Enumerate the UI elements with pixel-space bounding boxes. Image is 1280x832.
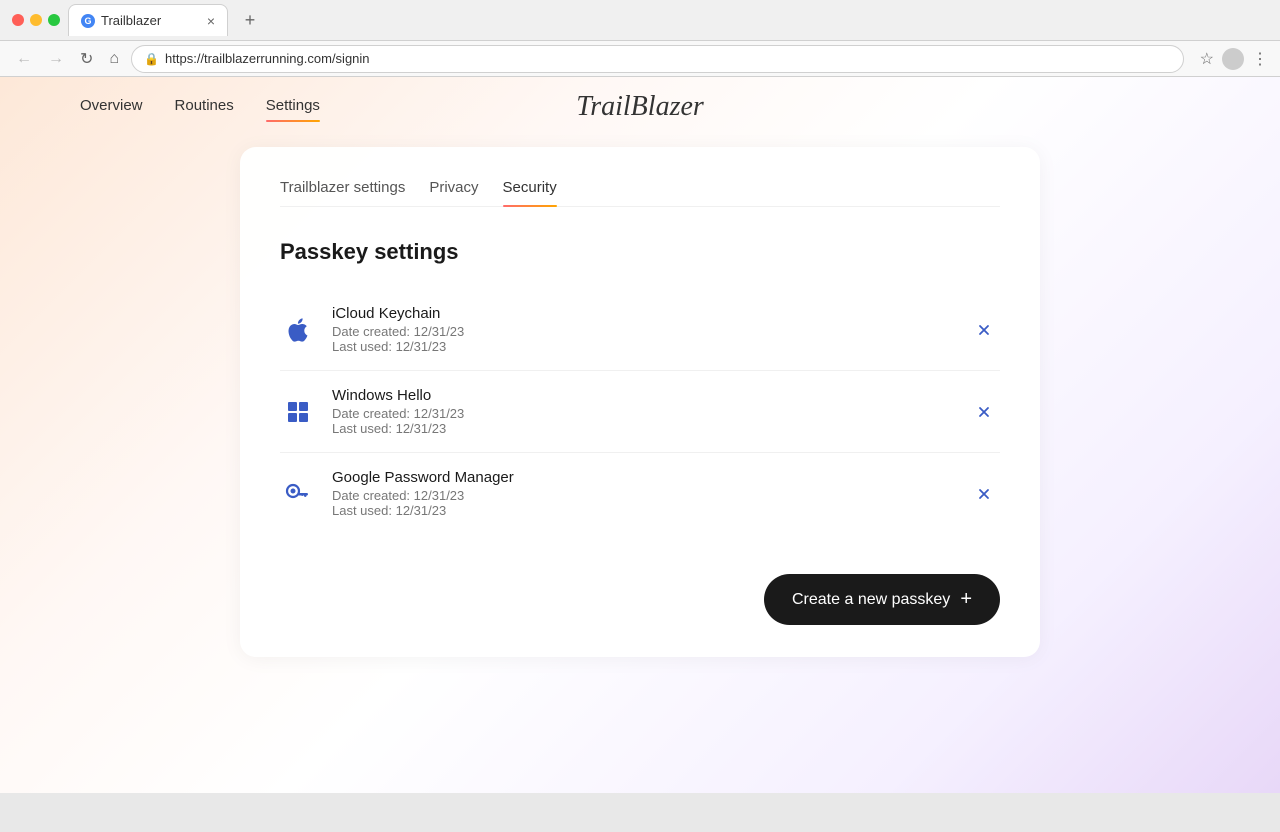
windows-grid-icon (288, 402, 308, 422)
create-passkey-label: Create a new passkey (792, 591, 950, 609)
tab-security[interactable]: Security (503, 179, 557, 206)
passkey-name-windows: Windows Hello (332, 387, 952, 404)
passkey-used-windows: Last used: 12/31/23 (332, 421, 952, 436)
windows-icon (280, 394, 316, 430)
settings-panel: Trailblazer settings Privacy Security Pa… (240, 147, 1040, 657)
passkey-info-icloud: iCloud Keychain Date created: 12/31/23 L… (332, 305, 952, 354)
close-traffic-light[interactable] (12, 14, 24, 26)
passkey-name-icloud: iCloud Keychain (332, 305, 952, 322)
passkey-item-windows: Windows Hello Date created: 12/31/23 Las… (280, 371, 1000, 453)
lock-icon: 🔒 (144, 52, 159, 66)
new-tab-button[interactable]: + (236, 6, 264, 34)
address-bar-row: ← → ↻ ⌂ 🔒 https://trailblazerrunning.com… (0, 40, 1280, 76)
bookmark-icon[interactable]: ☆ (1200, 49, 1214, 69)
passkey-info-google: Google Password Manager Date created: 12… (332, 469, 952, 518)
user-avatar[interactable] (1222, 48, 1244, 70)
passkey-item-google: Google Password Manager Date created: 12… (280, 453, 1000, 534)
delete-google-button[interactable] (968, 478, 1000, 510)
passkey-item-icloud: iCloud Keychain Date created: 12/31/23 L… (280, 289, 1000, 371)
delete-icloud-button[interactable] (968, 314, 1000, 346)
delete-windows-button[interactable] (968, 396, 1000, 428)
traffic-lights (12, 14, 60, 26)
browser-tab[interactable]: G Trailblazer × (68, 4, 228, 36)
passkey-date-windows: Date created: 12/31/23 (332, 406, 952, 421)
refresh-button[interactable]: ↻ (76, 45, 97, 73)
address-bar[interactable]: 🔒 https://trailblazerrunning.com/signin (131, 45, 1184, 73)
create-passkey-button[interactable]: Create a new passkey + (764, 574, 1000, 625)
tab-favicon: G (81, 14, 95, 28)
nav-links: Overview Routines Settings (80, 97, 320, 118)
settings-tabs: Trailblazer settings Privacy Security (280, 179, 1000, 207)
nav-routines[interactable]: Routines (175, 97, 234, 118)
create-button-row: Create a new passkey + (280, 574, 1000, 625)
section-title: Passkey settings (280, 239, 1000, 265)
fullscreen-traffic-light[interactable] (48, 14, 60, 26)
nav-settings[interactable]: Settings (266, 97, 320, 118)
icloud-icon (280, 312, 316, 348)
google-key-icon (280, 476, 316, 512)
minimize-traffic-light[interactable] (30, 14, 42, 26)
passkey-info-windows: Windows Hello Date created: 12/31/23 Las… (332, 387, 952, 436)
home-button[interactable]: ⌂ (105, 46, 123, 72)
tab-title: Trailblazer (101, 13, 161, 28)
back-button[interactable]: ← (12, 46, 36, 72)
passkey-used-icloud: Last used: 12/31/23 (332, 339, 952, 354)
menu-icon[interactable]: ⋮ (1252, 49, 1268, 69)
passkey-date-google: Date created: 12/31/23 (332, 488, 952, 503)
tab-trailblazer-settings[interactable]: Trailblazer settings (280, 179, 405, 206)
top-nav: Overview Routines Settings TrailBlazer (0, 77, 1280, 137)
tab-privacy[interactable]: Privacy (429, 179, 478, 206)
tab-close-button[interactable]: × (207, 13, 215, 29)
browser-actions: ☆ ⋮ (1200, 48, 1268, 70)
passkey-name-google: Google Password Manager (332, 469, 952, 486)
address-text: https://trailblazerrunning.com/signin (165, 51, 370, 66)
app-logo: TrailBlazer (576, 91, 704, 123)
app-background: Overview Routines Settings TrailBlazer T… (0, 77, 1280, 793)
plus-icon: + (960, 588, 972, 611)
passkey-date-icloud: Date created: 12/31/23 (332, 324, 952, 339)
passkey-list: iCloud Keychain Date created: 12/31/23 L… (280, 289, 1000, 534)
nav-overview[interactable]: Overview (80, 97, 143, 118)
passkey-used-google: Last used: 12/31/23 (332, 503, 952, 518)
forward-button[interactable]: → (44, 46, 68, 72)
